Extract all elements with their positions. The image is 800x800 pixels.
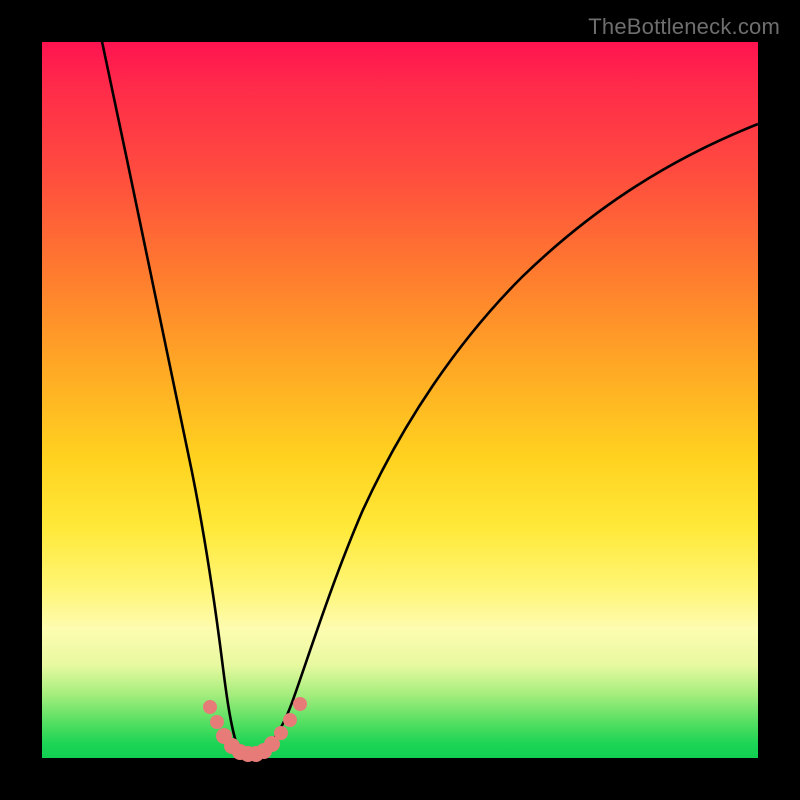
chart-frame: TheBottleneck.com <box>0 0 800 800</box>
plot-area <box>42 42 758 758</box>
watermark-text: TheBottleneck.com <box>588 14 780 40</box>
bottleneck-curve <box>42 42 758 758</box>
curve-path <box>100 32 758 755</box>
